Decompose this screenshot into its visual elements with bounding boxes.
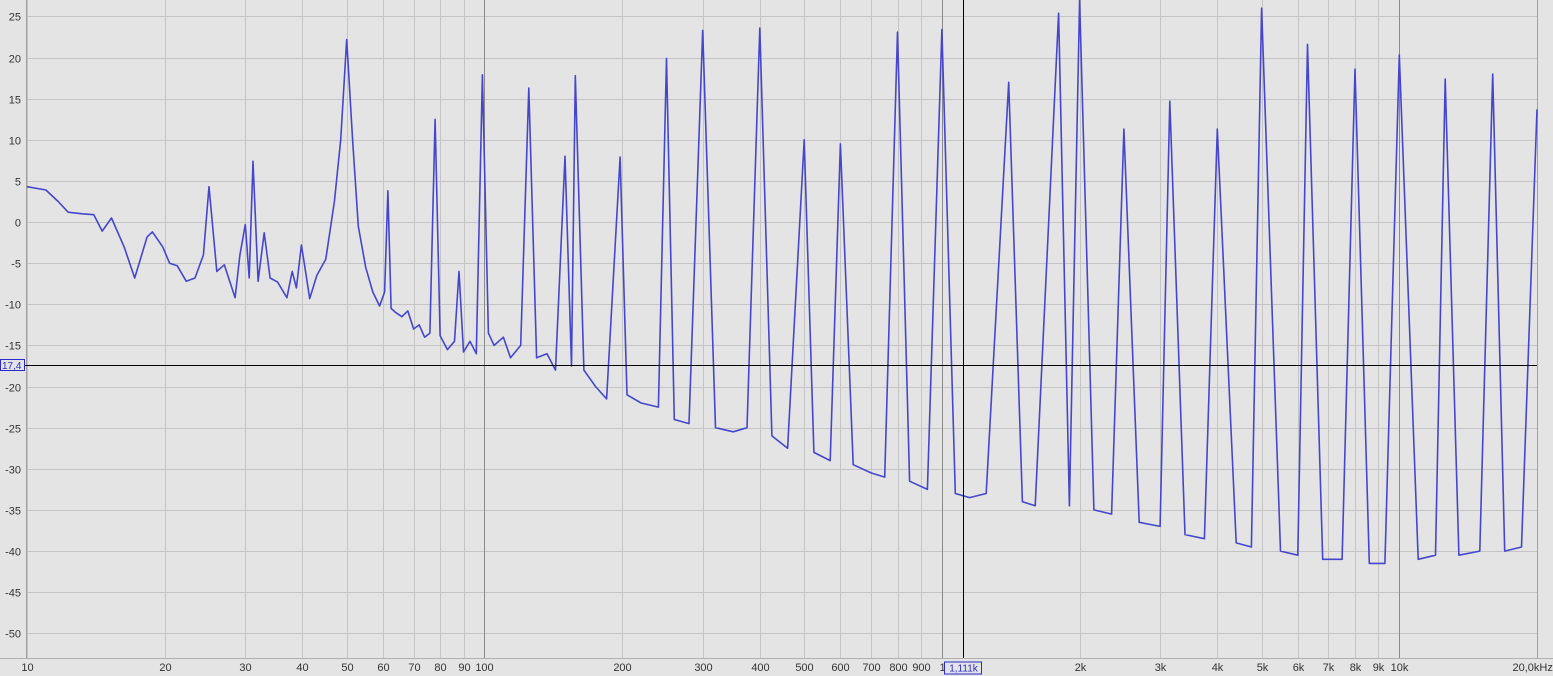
x-tick-label: 7k xyxy=(1323,662,1335,674)
x-tick-label: 700 xyxy=(862,662,880,674)
x-tick-label: 9k xyxy=(1373,662,1385,674)
y-tick-label: -5 xyxy=(11,259,21,271)
y-tick-label: 15 xyxy=(9,95,21,107)
x-tick-label: 800 xyxy=(889,662,907,674)
x-tick-label: 200 xyxy=(613,662,631,674)
y-tick-label: -25 xyxy=(5,424,21,436)
y-tick-label: 20 xyxy=(9,54,21,66)
x-tick-label: 30 xyxy=(239,662,251,674)
x-tick-label: 60 xyxy=(377,662,389,674)
spectrum-chart: 2520151050-5-10-15-20-25-30-35-40-45-50 … xyxy=(0,0,1553,676)
x-tick-label: 80 xyxy=(434,662,446,674)
x-tick-label: 900 xyxy=(912,662,930,674)
x-tick-label: 3k xyxy=(1155,662,1167,674)
x-tick-label: 5k xyxy=(1257,662,1269,674)
y-tick-label: -10 xyxy=(5,300,21,312)
x-tick-label: 100 xyxy=(475,662,493,674)
plot-background xyxy=(0,0,1553,676)
cursor-x-readout: 1,111k xyxy=(949,664,979,675)
x-tick-label: 400 xyxy=(751,662,769,674)
cursor-y-readout: 17,4 xyxy=(2,361,22,372)
x-tick-label: 500 xyxy=(795,662,813,674)
y-tick-label: 25 xyxy=(9,12,21,24)
x-tick-label: 600 xyxy=(831,662,849,674)
x-tick-label: 8k xyxy=(1350,662,1362,674)
y-tick-label: -50 xyxy=(5,629,21,641)
y-tick-label: -45 xyxy=(5,588,21,600)
y-tick-label: 0 xyxy=(15,218,21,230)
x-tick-label: 10k xyxy=(1391,662,1409,674)
x-tick-label: 10 xyxy=(21,662,33,674)
y-tick-label: -30 xyxy=(5,465,21,477)
y-tick-label: 5 xyxy=(15,177,21,189)
y-tick-label: 10 xyxy=(9,136,21,148)
x-tick-label: 90 xyxy=(458,662,470,674)
x-tick-label: 2k xyxy=(1075,662,1087,674)
y-tick-label: -40 xyxy=(5,547,21,559)
x-tick-label: 20 xyxy=(159,662,171,674)
x-tick-label: 4k xyxy=(1212,662,1224,674)
y-tick-label: -20 xyxy=(5,383,21,395)
x-tick-label: 40 xyxy=(296,662,308,674)
x-tick-label: 50 xyxy=(341,662,353,674)
x-tick-label: 70 xyxy=(408,662,420,674)
x-tick-label: 20,0kHz xyxy=(1513,662,1553,674)
y-tick-label: -15 xyxy=(5,341,21,353)
y-tick-label: -35 xyxy=(5,506,21,518)
x-tick-label: 6k xyxy=(1293,662,1305,674)
x-tick-label: 300 xyxy=(694,662,712,674)
